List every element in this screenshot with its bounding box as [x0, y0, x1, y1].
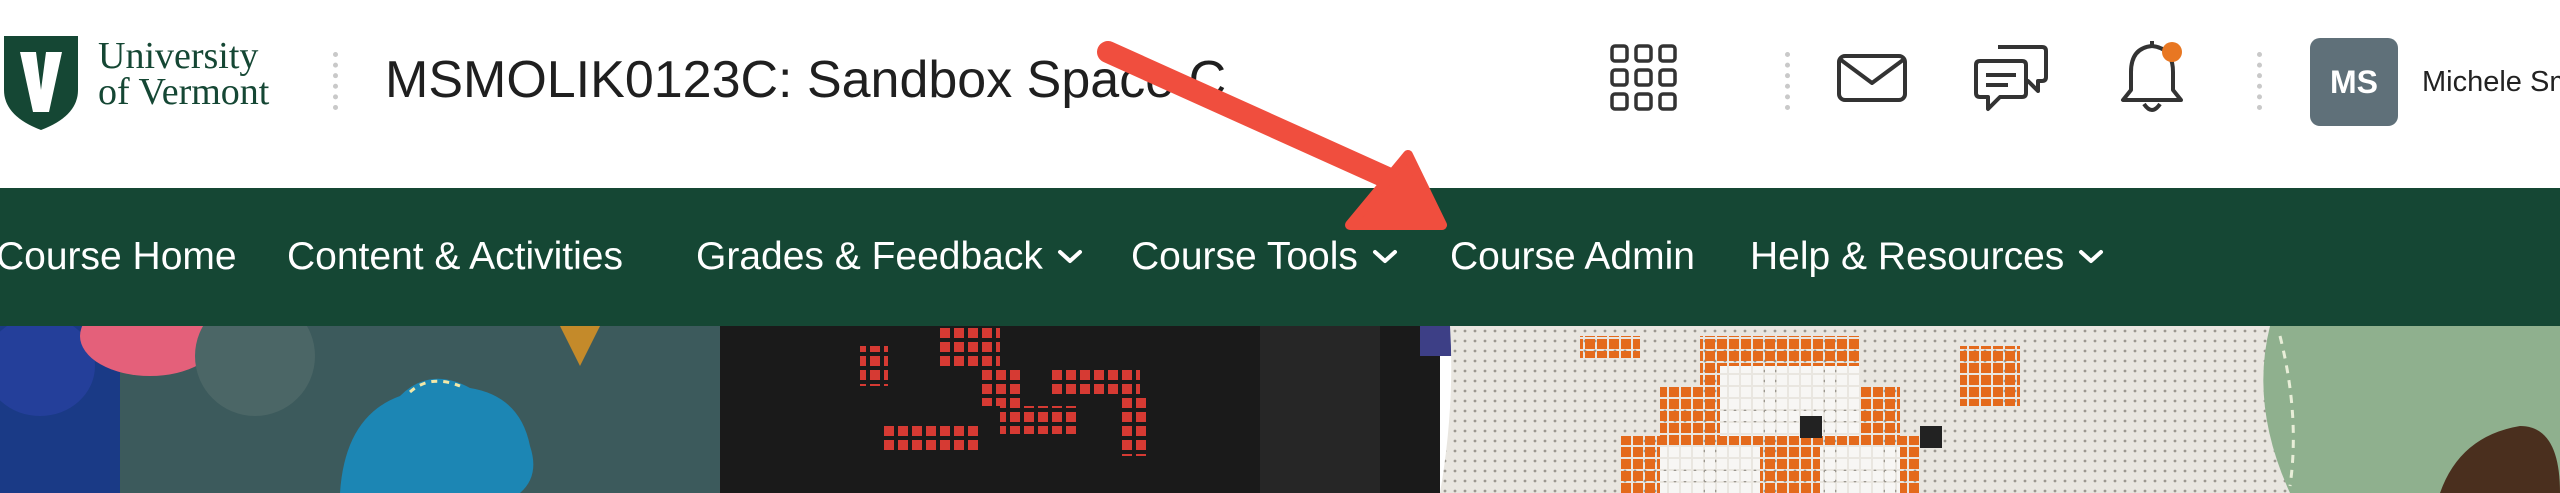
course-selector-button[interactable] [1594, 28, 1694, 128]
nav-content-activities[interactable]: Content & Activities [287, 188, 623, 326]
nav-help-resources[interactable]: Help & Resources [1750, 188, 2104, 326]
header-divider [333, 52, 338, 110]
message-alerts-button[interactable] [1822, 28, 1922, 128]
mail-icon [1837, 54, 1907, 102]
apps-grid-icon [1610, 44, 1677, 111]
chevron-down-icon [2079, 250, 2104, 263]
course-banner-image [0, 326, 2560, 493]
subscription-alerts-button[interactable] [1962, 28, 2062, 128]
header-divider [1785, 52, 1790, 110]
user-avatar[interactable]: MS [2310, 38, 2398, 126]
course-navbar: Course Home Content & Activities Grades … [0, 188, 2560, 326]
user-name[interactable]: Michele Sm [2422, 66, 2560, 99]
nav-label: Course Admin [1450, 235, 1695, 278]
chevron-down-icon [1057, 250, 1082, 263]
nav-course-tools[interactable]: Course Tools [1131, 188, 1398, 326]
nav-label: Course Tools [1131, 235, 1358, 278]
nav-course-home[interactable]: Course Home [0, 188, 237, 326]
uvm-shield-icon [4, 36, 78, 130]
logo-line-2: of Vermont [98, 71, 270, 113]
chevron-down-icon [1372, 250, 1397, 263]
banner-photo [0, 326, 2560, 493]
notification-dot [2162, 42, 2182, 62]
nav-label: Grades & Feedback [696, 235, 1043, 278]
nav-label: Course Home [0, 235, 237, 278]
nav-course-admin[interactable]: Course Admin [1450, 188, 1695, 326]
update-alerts-button[interactable] [2102, 28, 2202, 128]
chat-icon [1974, 45, 2048, 111]
logo-line-1: University [98, 35, 259, 77]
course-title[interactable]: MSMOLIK0123C: Sandbox Space C [385, 50, 1226, 110]
nav-label: Content & Activities [287, 235, 623, 278]
course-header: University of Vermont MSMOLIK0123C: Sand… [0, 0, 2560, 188]
nav-grades-feedback[interactable]: Grades & Feedback [696, 188, 1083, 326]
logo-wordmark: University of Vermont [98, 35, 298, 113]
header-divider [2257, 52, 2262, 110]
nav-label: Help & Resources [1750, 235, 2065, 278]
